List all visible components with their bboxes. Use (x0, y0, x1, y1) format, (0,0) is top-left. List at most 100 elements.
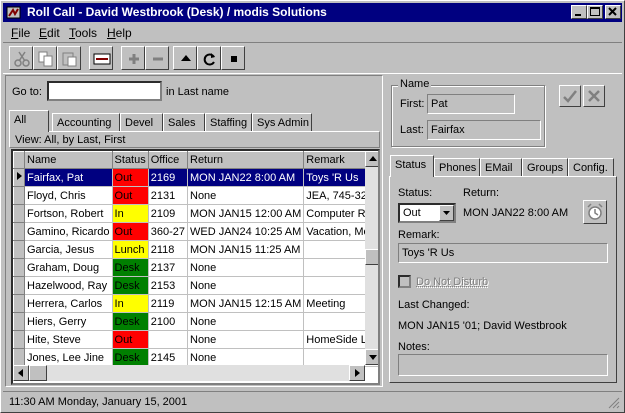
table-row[interactable]: Hite, SteveOutNoneHomeSide Lending (13, 330, 378, 349)
cell-name[interactable]: Jones, Lee Jine (24, 348, 113, 367)
col-name-header[interactable]: Name (24, 151, 113, 169)
table-row[interactable]: Fairfax, Pat Out 2169 MON JAN22 8:00 AM Toys… (13, 168, 378, 187)
first-name-field[interactable]: Pat (427, 94, 515, 114)
cell-return[interactable]: None (187, 312, 305, 331)
last-name-field[interactable]: Fairfax (427, 120, 541, 140)
tab-accounting[interactable]: Accounting (52, 113, 120, 132)
cell-name[interactable]: Graham, Doug (24, 258, 113, 277)
scroll-left-button[interactable] (13, 365, 29, 381)
cell-name[interactable]: Fairfax, Pat (24, 168, 113, 187)
tab-status[interactable]: Status (390, 155, 434, 177)
move-up-button[interactable] (173, 46, 197, 70)
cell-return[interactable]: MON JAN15 11:25 AM (187, 240, 305, 259)
cell-name[interactable]: Fortson, Robert (24, 204, 113, 223)
cell-return[interactable]: None (187, 276, 305, 295)
tab-config[interactable]: Config. (568, 158, 614, 177)
cell-return[interactable]: MON JAN15 12:00 AM (187, 204, 305, 223)
tab-groups[interactable]: Groups (522, 158, 568, 177)
cell-office[interactable]: 2109 (148, 204, 189, 223)
scroll-up-button[interactable] (365, 151, 378, 167)
cell-name[interactable]: Hiers, Gerry (24, 312, 113, 331)
resize-grip-icon[interactable] (608, 397, 620, 409)
cell-office[interactable]: 2153 (148, 276, 189, 295)
col-status-header[interactable]: Status (111, 151, 149, 169)
cell-office[interactable]: 2119 (148, 294, 189, 313)
table-row[interactable]: Floyd, Chris Out 2131 None JEA, 745-3232 (13, 186, 378, 205)
cell-name[interactable]: Hazelwood, Ray (24, 276, 113, 295)
cell-return[interactable]: MON JAN15 12:15 AM (187, 294, 305, 313)
cell-status[interactable]: Desk (112, 348, 149, 367)
col-office-header[interactable]: Office (147, 151, 189, 169)
cell-status[interactable]: In (112, 204, 149, 223)
cell-status[interactable]: Out (112, 222, 149, 241)
refresh-button[interactable] (197, 46, 221, 70)
menu-edit[interactable]: Edit (39, 26, 60, 40)
cell-status[interactable]: In (112, 294, 149, 313)
scroll-right-button[interactable] (349, 365, 365, 381)
goto-input[interactable] (47, 81, 162, 101)
cell-return[interactable]: None (187, 348, 305, 367)
cell-status[interactable]: Desk (112, 312, 149, 331)
table-row[interactable]: Hiers, Gerry Desk 2100 None (13, 312, 378, 331)
tab-email[interactable]: EMail (480, 158, 522, 177)
horizontal-scroll-thumb[interactable] (29, 365, 47, 381)
remove-button[interactable] (145, 46, 169, 70)
maximize-button[interactable] (587, 5, 603, 19)
cell-status[interactable]: Desk (112, 258, 149, 277)
col-return-header[interactable]: Return (186, 151, 305, 169)
cell-office[interactable] (148, 330, 189, 349)
menu-help[interactable]: Help (107, 26, 132, 40)
tab-all[interactable]: All (9, 110, 49, 132)
copy-button[interactable] (33, 46, 57, 70)
status-dropdown-button[interactable] (439, 205, 454, 221)
menu-file[interactable]: File (11, 26, 30, 40)
cell-name[interactable]: Floyd, Chris (24, 186, 113, 205)
cell-office[interactable]: 360-27 (148, 222, 189, 241)
card-button[interactable] (89, 46, 113, 70)
set-alarm-button[interactable] (583, 200, 607, 224)
table-row[interactable]: Garcia, Jesus Lunch 2118 MON JAN15 11:25 AM (13, 240, 378, 259)
cell-status[interactable]: Lunch (112, 240, 149, 259)
tab-staffing[interactable]: Staffing (205, 113, 252, 132)
grid-horizontal-scrollbar[interactable] (13, 365, 365, 381)
table-row[interactable]: Fortson, Robert In 2109 MON JAN15 12:00 AM C… (13, 204, 378, 223)
cell-name[interactable]: Herrera, Carlos (24, 294, 113, 313)
table-row[interactable]: Hazelwood, Ray Desk 2153 None (13, 276, 378, 295)
cell-return[interactable]: None (187, 258, 305, 277)
add-button[interactable] (121, 46, 145, 70)
vertical-scroll-thumb[interactable] (365, 249, 378, 265)
cell-status[interactable]: Out (112, 186, 149, 205)
cell-office[interactable]: 2131 (148, 186, 189, 205)
cell-status[interactable]: Out (112, 330, 149, 349)
cell-office[interactable]: 2169 (148, 168, 189, 187)
cut-button[interactable] (9, 46, 33, 70)
cancel-button[interactable] (583, 85, 605, 107)
remark-field[interactable]: Toys 'R Us (398, 243, 608, 263)
table-row[interactable]: Jones, Lee Jine Desk 2145 None (13, 348, 378, 367)
do-not-disturb-checkbox[interactable] (398, 275, 411, 288)
cell-return[interactable]: None (187, 330, 305, 349)
stop-button[interactable] (221, 46, 245, 70)
cell-office[interactable]: 2100 (148, 312, 189, 331)
cell-return[interactable]: WED JAN24 10:25 AM (187, 222, 305, 241)
tab-sys-admin[interactable]: Sys Admin (252, 113, 312, 132)
cell-name[interactable]: Gamino, Ricardo (24, 222, 113, 241)
cell-status[interactable]: Desk (112, 276, 149, 295)
close-button[interactable] (605, 5, 621, 19)
cell-status[interactable]: Out (112, 168, 149, 187)
grid-vertical-scrollbar[interactable] (365, 151, 378, 365)
scroll-down-button[interactable] (365, 349, 378, 365)
cell-office[interactable]: 2145 (148, 348, 189, 367)
cell-return[interactable]: None (187, 186, 305, 205)
table-row[interactable]: Gamino, Ricardo Out 360-27 WED JAN24 10:25 … (13, 222, 378, 241)
table-row[interactable]: Graham, Doug Desk 2137 None (13, 258, 378, 277)
tab-devel[interactable]: Devel (120, 113, 163, 132)
cell-return[interactable]: MON JAN22 8:00 AM (187, 168, 305, 187)
cell-office[interactable]: 2137 (148, 258, 189, 277)
cell-office[interactable]: 2118 (148, 240, 189, 259)
cell-name[interactable]: Hite, Steve (24, 330, 113, 349)
cell-name[interactable]: Garcia, Jesus (24, 240, 113, 259)
tab-sales[interactable]: Sales (163, 113, 205, 132)
notes-field[interactable] (398, 354, 608, 376)
paste-button[interactable] (57, 46, 81, 70)
